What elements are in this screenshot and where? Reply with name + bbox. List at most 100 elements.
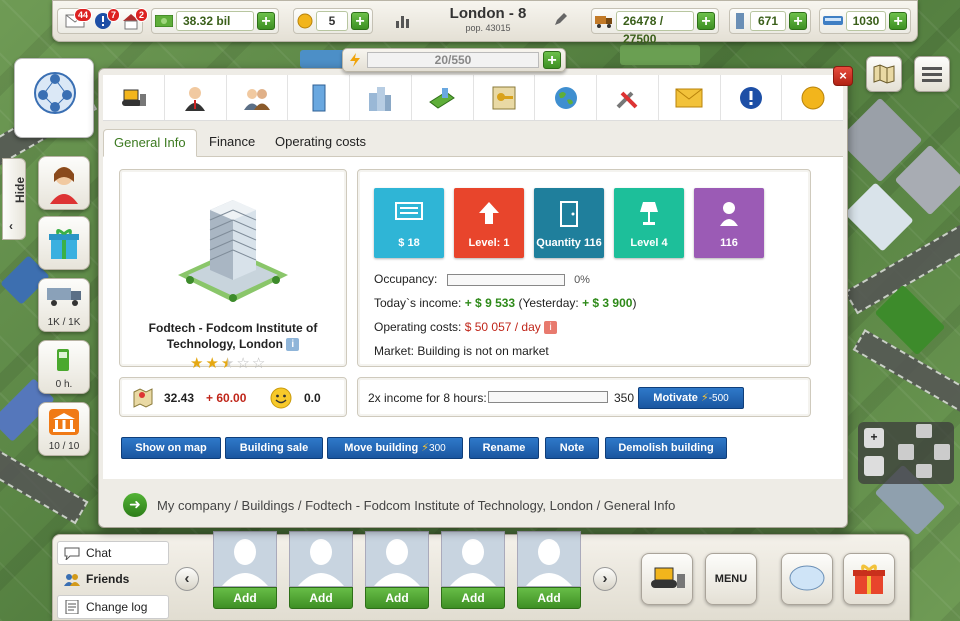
energy-bar: 20/550 + xyxy=(342,48,566,72)
happiness-value: 0.0 xyxy=(304,391,321,405)
construction-button[interactable] xyxy=(641,553,693,605)
icon-tab-buildings[interactable] xyxy=(288,75,350,120)
friend-slot[interactable]: Add xyxy=(289,531,353,611)
friend-slot[interactable]: Add xyxy=(517,531,581,611)
motivate-button[interactable]: Motivate ⚡-500 xyxy=(638,387,744,409)
chat-link[interactable]: Chat xyxy=(57,541,169,565)
stat-lamp-level[interactable]: Level 4 xyxy=(614,188,684,258)
window-icon-bar xyxy=(103,75,843,121)
add-friend-button[interactable]: Add xyxy=(213,587,277,609)
fuel-button[interactable]: 0 h. xyxy=(38,340,90,394)
move-building-button[interactable]: Move building ⚡300 xyxy=(327,437,463,459)
building-sale-button[interactable]: Building sale xyxy=(225,437,323,459)
add-workers-button[interactable]: + xyxy=(789,12,807,30)
demolish-building-button[interactable]: Demolish building xyxy=(605,437,727,459)
tab-operating-costs[interactable]: Operating costs xyxy=(265,129,376,157)
hamburger-menu-button[interactable] xyxy=(914,56,950,92)
gift-side-button[interactable] xyxy=(38,216,90,270)
rename-button[interactable]: Rename xyxy=(469,437,539,459)
icon-tab-money[interactable] xyxy=(412,75,474,120)
friends-prev-button[interactable]: ‹ xyxy=(175,567,199,591)
change-log-link[interactable]: Change log (87) xyxy=(57,595,169,619)
add-storage-button[interactable]: + xyxy=(697,12,715,30)
add-money-button[interactable]: + xyxy=(257,12,275,30)
icon-tab-tools[interactable] xyxy=(597,75,659,120)
avatar-placeholder-icon xyxy=(442,532,504,586)
stat-quantity[interactable]: Quantity 116 xyxy=(534,188,604,258)
gift-button[interactable] xyxy=(843,553,895,605)
edit-city-icon[interactable] xyxy=(553,11,569,27)
icon-tab-world[interactable] xyxy=(535,75,597,120)
tools-icon xyxy=(616,91,638,108)
add-friend-button[interactable]: Add xyxy=(289,587,353,609)
friends-link[interactable]: Friends xyxy=(57,567,169,591)
add-coins-button[interactable]: + xyxy=(351,12,369,30)
tab-general-info[interactable]: General Info xyxy=(103,129,197,157)
friend-avatar xyxy=(441,531,505,587)
home-icon[interactable]: 2 xyxy=(121,8,148,30)
map-button[interactable] xyxy=(866,56,902,92)
businessman-icon xyxy=(185,86,206,111)
hide-sidebar-tab[interactable]: Hide ‹ xyxy=(2,158,27,240)
money-value: 38.32 bil xyxy=(176,11,254,31)
icon-tab-construction[interactable] xyxy=(103,75,165,120)
friend-slot[interactable]: Add xyxy=(213,531,277,611)
costs-info-icon[interactable]: i xyxy=(544,321,558,335)
pan-left-button[interactable] xyxy=(898,444,914,460)
bank-button[interactable]: 10 / 10 xyxy=(38,402,90,456)
add-friend-button[interactable]: Add xyxy=(365,587,429,609)
messages-bubble-button[interactable] xyxy=(781,553,833,605)
banknote-icon xyxy=(395,202,423,220)
stat-quantity-value: Quantity 116 xyxy=(536,237,602,249)
building-info-icon[interactable]: i xyxy=(286,338,300,352)
close-window-button[interactable]: × xyxy=(833,66,853,86)
icon-tab-staff[interactable] xyxy=(227,75,289,120)
icon-tab-manager[interactable] xyxy=(165,75,227,120)
money-icon xyxy=(155,15,173,27)
zoom-out-button[interactable] xyxy=(864,456,884,476)
pan-right-button[interactable] xyxy=(934,444,950,460)
messages-icon[interactable]: 44 xyxy=(65,8,92,30)
income-yesterday-value: + $ 3 900 xyxy=(582,296,633,310)
bulldozer-icon xyxy=(122,89,147,106)
icon-tab-mail[interactable] xyxy=(659,75,721,120)
add-transport-button[interactable]: + xyxy=(889,12,907,30)
friends-next-button[interactable]: › xyxy=(593,567,617,591)
stat-price[interactable]: $ 18 xyxy=(374,188,444,258)
icon-tab-city[interactable] xyxy=(350,75,412,120)
breadcrumb-text[interactable]: My company / Buildings / Fodtech - Fodco… xyxy=(157,498,675,513)
window-tabs: General Info Finance Operating costs xyxy=(103,127,843,157)
bus-icon xyxy=(823,16,843,25)
back-arrow-icon[interactable]: ➜ xyxy=(123,493,147,517)
friend-slot[interactable]: Add xyxy=(441,531,505,611)
lightning-small-icon: ⚡ xyxy=(421,442,430,454)
pan-down-button[interactable] xyxy=(916,464,932,478)
add-friend-button[interactable]: Add xyxy=(517,587,581,609)
zoom-in-button[interactable]: + xyxy=(864,428,884,448)
workers-group: 671 + xyxy=(729,8,811,34)
lightning-small-icon: ⚡ xyxy=(700,392,709,404)
stat-level-value: Level: 1 xyxy=(468,237,510,249)
trucks-button[interactable]: 1K / 1K xyxy=(38,278,90,332)
show-on-map-button[interactable]: Show on map xyxy=(121,437,221,459)
friend-slot[interactable]: Add xyxy=(365,531,429,611)
pan-up-button[interactable] xyxy=(916,424,932,438)
alerts-icon[interactable]: 7 xyxy=(93,8,120,30)
map-icon xyxy=(873,64,895,84)
add-friend-button[interactable]: Add xyxy=(441,587,505,609)
icon-tab-info[interactable] xyxy=(721,75,783,120)
note-button[interactable]: Note xyxy=(545,437,599,459)
change-log-label: Change log (87) xyxy=(86,600,148,614)
advisor-button[interactable] xyxy=(38,156,90,210)
icon-tab-licenses[interactable] xyxy=(474,75,536,120)
friend-avatar xyxy=(517,531,581,587)
coins-group: 5 + xyxy=(293,8,373,34)
add-energy-button[interactable]: + xyxy=(543,51,561,69)
energy-value: 20/550 xyxy=(367,52,539,68)
main-menu-button[interactable]: MENU xyxy=(705,553,757,605)
tab-finance[interactable]: Finance xyxy=(199,129,265,157)
motivate-button-label: Motivate xyxy=(653,392,698,404)
stat-people[interactable]: 116 xyxy=(694,188,764,258)
company-logo[interactable] xyxy=(14,58,94,138)
stat-level-upgrade[interactable]: Level: 1 xyxy=(454,188,524,258)
